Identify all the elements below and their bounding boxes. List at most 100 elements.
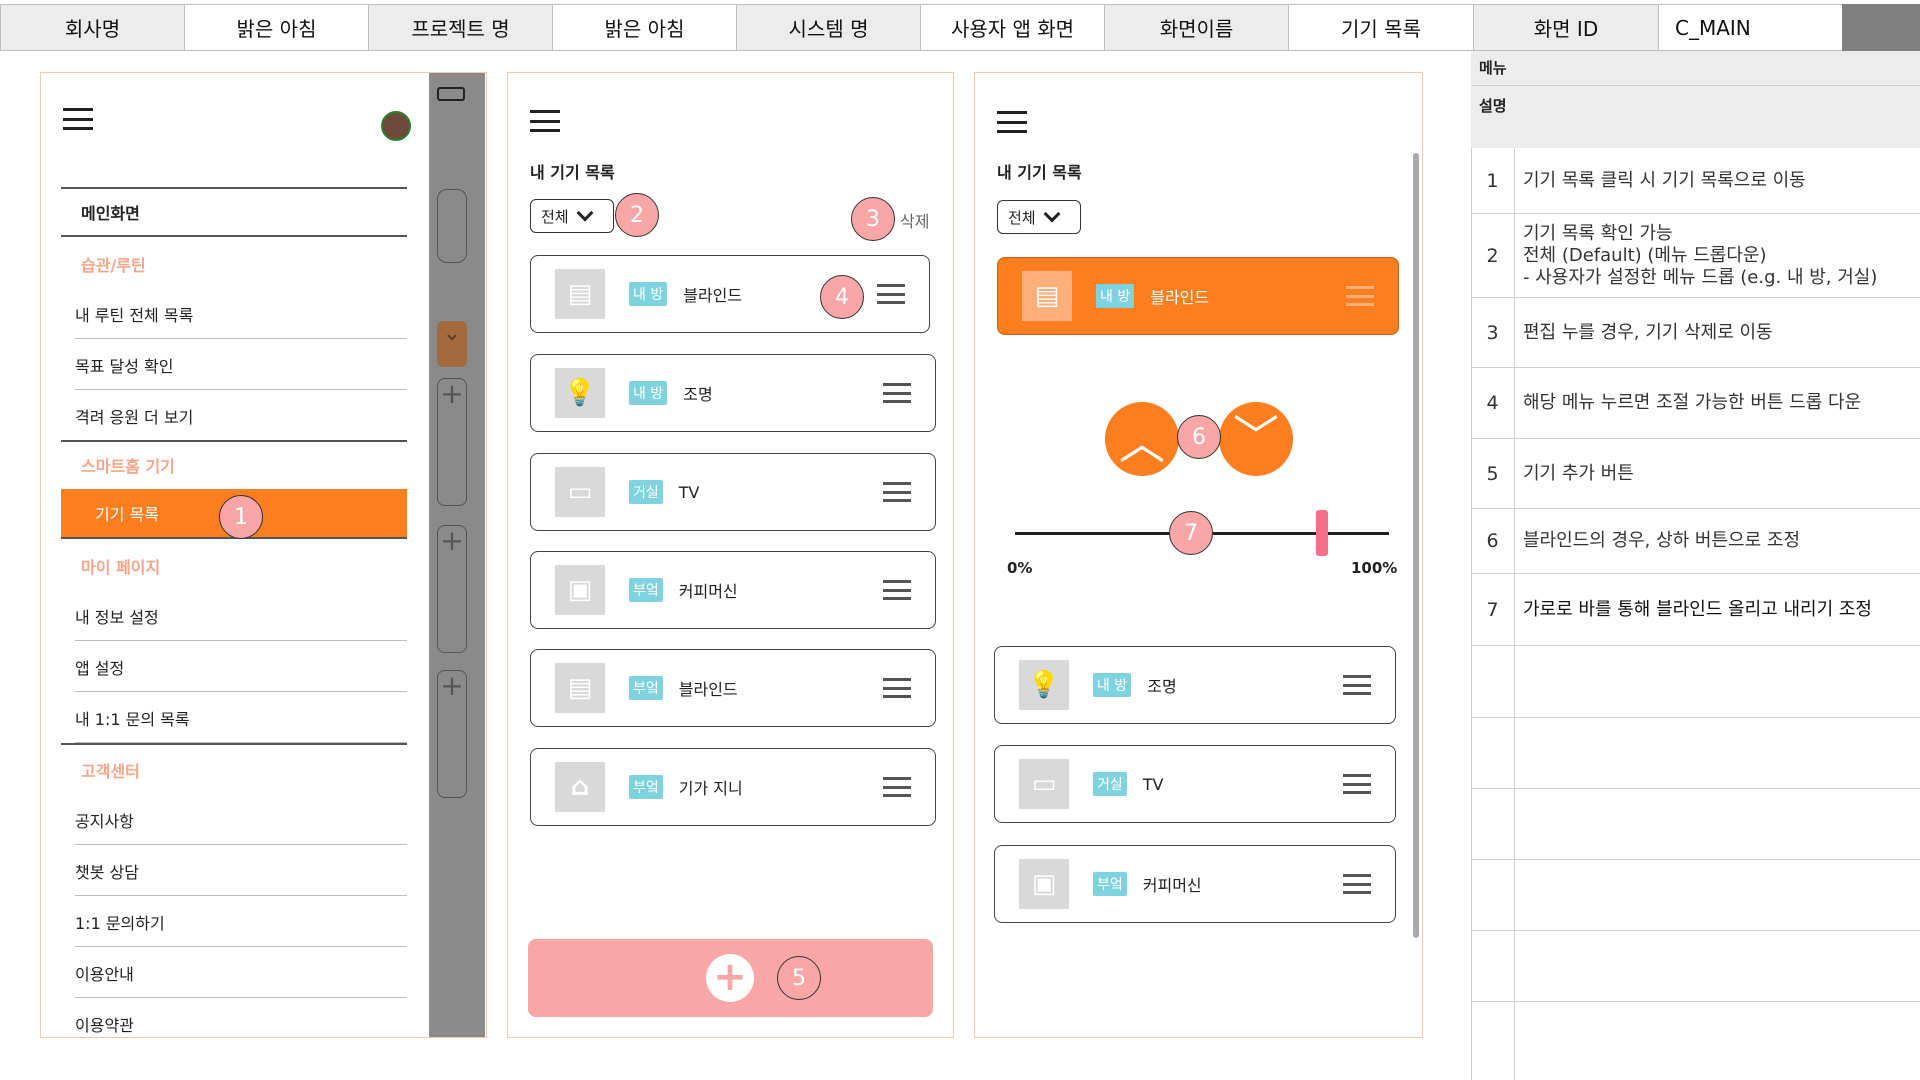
table-row-empty [1471, 931, 1920, 1002]
room-badge: 부엌 [629, 578, 663, 602]
hamburger-icon[interactable] [997, 111, 1027, 133]
table-row-empty [1471, 1002, 1920, 1080]
menu-lines-icon[interactable] [1346, 286, 1374, 306]
menu-main[interactable]: 메인화면 [61, 187, 407, 237]
slider-min-label: 0% [1007, 559, 1033, 577]
device-item[interactable]: ▭ 거실 TV [530, 453, 936, 531]
device-item[interactable]: 💡 내 방 조명 [530, 354, 936, 432]
row-text [1515, 718, 1920, 788]
menu-lines-icon[interactable] [877, 284, 905, 304]
device-name: 블라인드 [678, 680, 738, 699]
company-label: 회사명 [0, 4, 184, 51]
blind-down-button[interactable]: ﹀ [1219, 402, 1293, 476]
screen-name-value: 기기 목록 [1288, 4, 1473, 51]
table-row-empty [1471, 718, 1920, 789]
row-number: 2 [1471, 214, 1515, 297]
system-label: 시스템 명 [736, 4, 920, 51]
room-badge: 부엌 [1093, 872, 1127, 896]
filter-dropdown[interactable]: 전체 [530, 199, 614, 233]
menu-item-my-inquiries[interactable]: 내 1:1 문의 목록 [75, 693, 407, 743]
hamburger-icon[interactable] [530, 110, 560, 132]
tv-icon: ▭ [1019, 759, 1069, 809]
device-item[interactable]: 💡 내 방 조명 [994, 646, 1396, 724]
room-badge: 내 방 [1093, 673, 1132, 697]
menu-lines-icon[interactable] [883, 482, 911, 502]
avatar[interactable] [381, 111, 411, 141]
menu-item-my-info[interactable]: 내 정보 설정 [75, 591, 407, 641]
menu-lines-icon[interactable] [883, 580, 911, 600]
table-row: 4 해당 메뉴 누르면 조절 가능한 버튼 드롭 다운 [1471, 368, 1920, 439]
menu-lines-icon[interactable] [1343, 774, 1371, 794]
table-row: 3 편집 누를 경우, 기기 삭제로 이동 [1471, 298, 1920, 368]
menu-lines-icon[interactable] [883, 383, 911, 403]
slider-thumb[interactable] [1315, 510, 1328, 556]
system-value: 사용자 앱 화면 [920, 4, 1104, 51]
menu-lines-icon[interactable] [1343, 874, 1371, 894]
header-bar: 회사명 밝은 아침 프로젝트 명 밝은 아침 시스템 명 사용자 앱 화면 화면… [0, 4, 1920, 51]
delete-button[interactable]: 삭제 [900, 208, 929, 232]
desc-label: 설명 [1479, 97, 1507, 115]
table-row-empty [1471, 789, 1920, 860]
device-item[interactable]: ▣ 부엌 커피머신 [530, 551, 936, 629]
callout-1: 1 [219, 495, 263, 539]
device-name: 기가 지니 [678, 779, 743, 798]
callout-6: 6 [1177, 415, 1221, 459]
bulb-icon: 💡 [555, 368, 605, 418]
bulb-icon: 💡 [1019, 660, 1069, 710]
scrollbar[interactable] [1413, 153, 1419, 938]
blind-icon: ▤ [555, 269, 605, 319]
side-drawer: 메인화면 습관/루틴 내 루틴 전체 목록 목표 달성 확인 격려 응원 더 보… [41, 73, 429, 1037]
row-text: 블라인드의 경우, 상하 버튼으로 조정 [1523, 530, 1801, 551]
row-number: 1 [1471, 148, 1515, 213]
screen-id-label: 화면 ID [1473, 4, 1658, 51]
device-item[interactable]: ▭ 거실 TV [994, 745, 1396, 823]
menu-item-app-settings[interactable]: 앱 설정 [75, 642, 407, 692]
screen-id-value: C_MAIN [1658, 4, 1842, 51]
battery-icon [437, 87, 465, 101]
callout-5: 5 [777, 956, 821, 1000]
project-label: 프로젝트 명 [368, 4, 552, 51]
menu-item-cheer-more[interactable]: 격려 응원 더 보기 [75, 391, 407, 441]
table-row: 1 기기 목록 클릭 시 기기 목록으로 이동 [1471, 148, 1920, 214]
blind-up-button[interactable]: ︿ [1105, 402, 1179, 476]
device-name: 커피머신 [678, 582, 738, 601]
menu-item-chatbot[interactable]: 챗봇 상담 [75, 846, 407, 896]
device-item[interactable]: ▣ 부엌 커피머신 [994, 845, 1396, 923]
menu-lines-icon[interactable] [883, 678, 911, 698]
menu-item-guide[interactable]: 이용안내 [75, 948, 407, 998]
header-filler [1842, 4, 1920, 51]
coffee-machine-icon: ▣ [555, 565, 605, 615]
table-head: 메뉴 설명 [1471, 51, 1920, 148]
row-text [1515, 931, 1920, 1001]
row-number [1471, 1002, 1515, 1080]
menu-item-routine-list[interactable]: 내 루틴 전체 목록 [75, 289, 407, 339]
company-value: 밝은 아침 [184, 4, 368, 51]
menu-item-inquiry[interactable]: 1:1 문의하기 [75, 897, 407, 947]
hamburger-icon[interactable] [63, 108, 93, 130]
plus-icon: + [437, 670, 467, 798]
chevron-down-icon [576, 204, 594, 222]
filter-dropdown[interactable]: 전체 [997, 200, 1081, 234]
row-number [1471, 718, 1515, 788]
device-name: 블라인드 [1150, 288, 1210, 307]
device-item-selected[interactable]: ▤ 내 방 블라인드 [997, 257, 1399, 335]
row-number [1471, 646, 1515, 717]
device-item[interactable]: ▤ 내 방 블라인드 [530, 255, 930, 333]
device-item[interactable]: ⌂ 부엌 기가 지니 [530, 748, 936, 826]
panel-device-control: 내 기기 목록 전체 ▤ 내 방 블라인드 ︿ ﹀ 6 7 0% 100% 💡 … [974, 72, 1423, 1038]
menu-lines-icon[interactable] [1343, 675, 1371, 695]
callout-2: 2 [615, 193, 659, 237]
menu-item-goal-check[interactable]: 목표 달성 확인 [75, 340, 407, 390]
device-item[interactable]: ▤ 부엌 블라인드 [530, 649, 936, 727]
plus-icon: + [437, 378, 467, 506]
add-device-button[interactable]: + [528, 939, 933, 1017]
menu-item-notice[interactable]: 공지사항 [75, 795, 407, 845]
plus-icon: + [437, 525, 467, 653]
menu-lines-icon[interactable] [883, 777, 911, 797]
menu-item-terms[interactable]: 이용약관 [75, 999, 407, 1037]
row-number [1471, 789, 1515, 859]
chevron-down-icon: ⌄ [437, 321, 467, 367]
row-number: 7 [1471, 574, 1515, 645]
table-row: 7 가로로 바를 통해 블라인드 올리고 내리기 조정 [1471, 574, 1920, 646]
description-table: 메뉴 설명 1 기기 목록 클릭 시 기기 목록으로 이동 2 기기 목록 확인 가… [1471, 51, 1920, 1080]
